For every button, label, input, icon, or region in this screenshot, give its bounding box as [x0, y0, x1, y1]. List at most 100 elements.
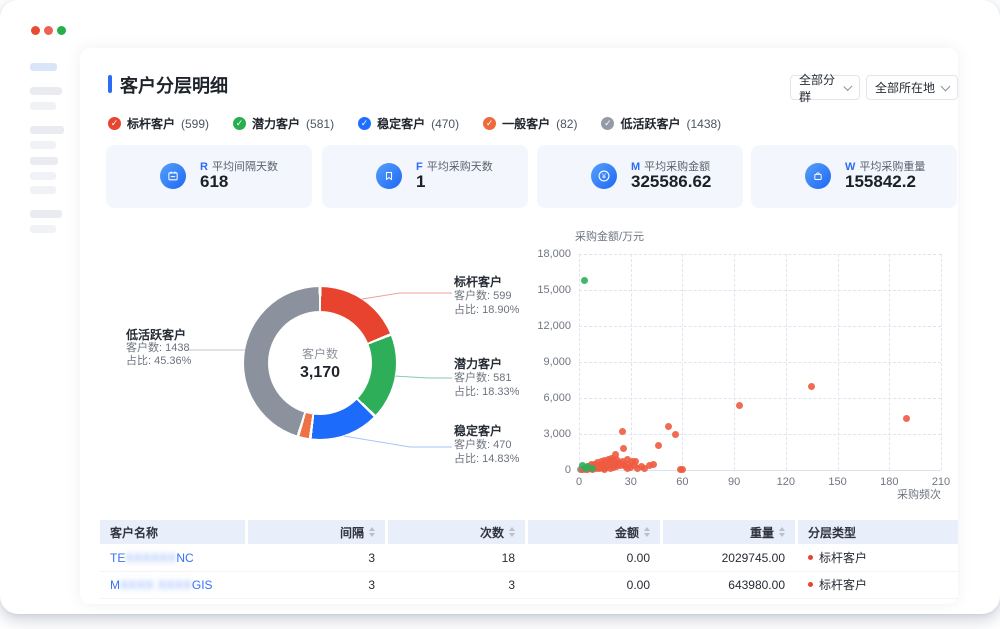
gridline [579, 254, 941, 255]
gridline [579, 398, 941, 399]
donut-label-benchmark: 标杆客户 客户数: 599 占比: 18.90% [454, 275, 564, 317]
y-tick-label: 9,000 [521, 356, 571, 368]
check-circle-icon: ✓ [483, 117, 496, 130]
check-circle-icon: ✓ [233, 117, 246, 130]
customer-name-link[interactable]: MXXXX XXXXGIS [100, 578, 245, 592]
column-header-interval[interactable]: 间隔 [248, 520, 385, 544]
page-title: 客户分层明细 [120, 72, 228, 98]
filter-group-label: 全部分群 [799, 71, 839, 105]
check-circle-icon: ✓ [358, 117, 371, 130]
filter-location-label: 全部所在地 [875, 79, 935, 96]
filter-group-select[interactable]: 全部分群 [790, 75, 860, 100]
scatter-point[interactable] [736, 402, 743, 409]
kpi-card-weight: W平均采购重量 155842.2 [751, 145, 957, 208]
cell-type: 标杆客户 [798, 576, 958, 593]
cell-weight: 2029745.00 [663, 551, 795, 565]
column-header-times[interactable]: 次数 [388, 520, 525, 544]
scatter-point[interactable] [808, 383, 815, 390]
kpi-value: 325586.62 [631, 172, 711, 192]
main-panel: 客户分层明细 全部分群 全部所在地 ✓ 标杆客户 (599) ✓ 潜力客户 (5… [80, 48, 958, 604]
sidebar-skeleton-item [30, 186, 56, 194]
scatter-point[interactable] [650, 461, 657, 468]
sidebar-skeleton-item [30, 102, 56, 110]
sort-icon[interactable] [369, 527, 375, 537]
sort-icon[interactable] [644, 527, 650, 537]
check-circle-icon: ✓ [601, 117, 614, 130]
gridline [579, 434, 941, 435]
segment-legend: ✓ 标杆客户 (599) ✓ 潜力客户 (581) ✓ 稳定客户 (470) ✓… [108, 115, 721, 132]
scatter-point[interactable] [619, 428, 626, 435]
donut-center-value: 3,170 [300, 364, 340, 382]
weight-icon [805, 163, 831, 189]
title-accent-bar [108, 75, 112, 93]
sidebar-skeleton-item [30, 172, 56, 180]
cell-times: 3 [388, 578, 525, 592]
cell-times: 18 [388, 551, 525, 565]
type-dot-icon [808, 582, 813, 587]
check-circle-icon: ✓ [108, 117, 121, 130]
cell-interval: 3 [248, 551, 385, 565]
scatter-point[interactable] [620, 445, 627, 452]
window-minimize-button[interactable] [44, 26, 53, 35]
legend-item-potential[interactable]: ✓ 潜力客户 (581) [233, 115, 334, 132]
scatter-point[interactable] [581, 277, 588, 284]
legend-item-benchmark[interactable]: ✓ 标杆客户 (599) [108, 115, 209, 132]
x-tick-label: 120 [771, 476, 801, 488]
scatter-point[interactable] [679, 466, 686, 473]
sidebar-skeleton-item [30, 225, 56, 233]
donut-chart[interactable]: 客户数 3,170 [244, 287, 396, 439]
sidebar-skeleton-item [30, 141, 56, 149]
sidebar-skeleton-item [30, 210, 62, 218]
scatter-point[interactable] [903, 415, 910, 422]
column-header-type: 分层类型 [798, 520, 958, 544]
yuan-coin-icon: ¥ [591, 163, 617, 189]
scatter-x-axis-title: 采购频次 [870, 486, 941, 502]
redacted-text: XXXX XXXX [120, 578, 192, 592]
bookmark-icon [376, 163, 402, 189]
chevron-down-icon [941, 81, 951, 91]
sidebar-skeleton-item [30, 126, 64, 134]
column-header-name: 客户名称 [100, 520, 245, 544]
donut-center: 客户数 3,170 [268, 311, 372, 415]
scatter-point[interactable] [672, 431, 679, 438]
cell-amount: 0.00 [528, 578, 660, 592]
y-tick-label: 15,000 [521, 284, 571, 296]
window-zoom-button[interactable] [57, 26, 66, 35]
column-header-amount[interactable]: 金额 [528, 520, 660, 544]
kpi-card-frequency: F平均采购天数 1 [322, 145, 528, 208]
scatter-point[interactable] [589, 465, 596, 472]
window-controls [31, 26, 66, 35]
legend-item-general[interactable]: ✓ 一般客户 (82) [483, 115, 577, 132]
table-row: MXXXX XXXXGIS 3 3 0.00 643980.00 标杆客户 [100, 571, 958, 599]
legend-item-inactive[interactable]: ✓ 低活跃客户 (1438) [601, 115, 721, 132]
scatter-plot: 030609012015018021003,0006,0009,00012,00… [579, 254, 941, 471]
cell-weight: 643980.00 [663, 578, 795, 592]
calendar-icon [160, 163, 186, 189]
y-tick-label: 18,000 [521, 248, 571, 260]
scatter-point[interactable] [655, 442, 662, 449]
legend-item-stable[interactable]: ✓ 稳定客户 (470) [358, 115, 459, 132]
x-tick-label: 30 [616, 476, 646, 488]
sidebar-skeleton-item [30, 87, 62, 95]
window-close-button[interactable] [31, 26, 40, 35]
column-header-weight[interactable]: 重量 [663, 520, 795, 544]
donut-center-label: 客户数 [302, 345, 338, 362]
sort-icon[interactable] [779, 527, 785, 537]
kpi-value: 155842.2 [845, 172, 916, 192]
y-tick-label: 3,000 [521, 428, 571, 440]
filter-location-select[interactable]: 全部所在地 [866, 75, 958, 100]
x-tick-label: 0 [564, 476, 594, 488]
customer-name-link[interactable]: TEXXXXXXNC [100, 551, 245, 565]
cell-amount: 0.00 [528, 551, 660, 565]
y-tick-label: 12,000 [521, 320, 571, 332]
kpi-label: 平均采购天数 [427, 161, 493, 173]
svg-text:¥: ¥ [602, 172, 607, 181]
scatter-point[interactable] [665, 423, 672, 430]
sort-icon[interactable] [509, 527, 515, 537]
gridline [579, 326, 941, 327]
app-window: 客户分层明细 全部分群 全部所在地 ✓ 标杆客户 (599) ✓ 潜力客户 (5… [0, 0, 1000, 614]
cell-interval: 3 [248, 578, 385, 592]
scatter-y-axis-title: 采购金额/万元 [575, 228, 644, 244]
x-tick-label: 150 [823, 476, 853, 488]
kpi-card-monetary: ¥ M平均采购金额 325586.62 [537, 145, 743, 208]
